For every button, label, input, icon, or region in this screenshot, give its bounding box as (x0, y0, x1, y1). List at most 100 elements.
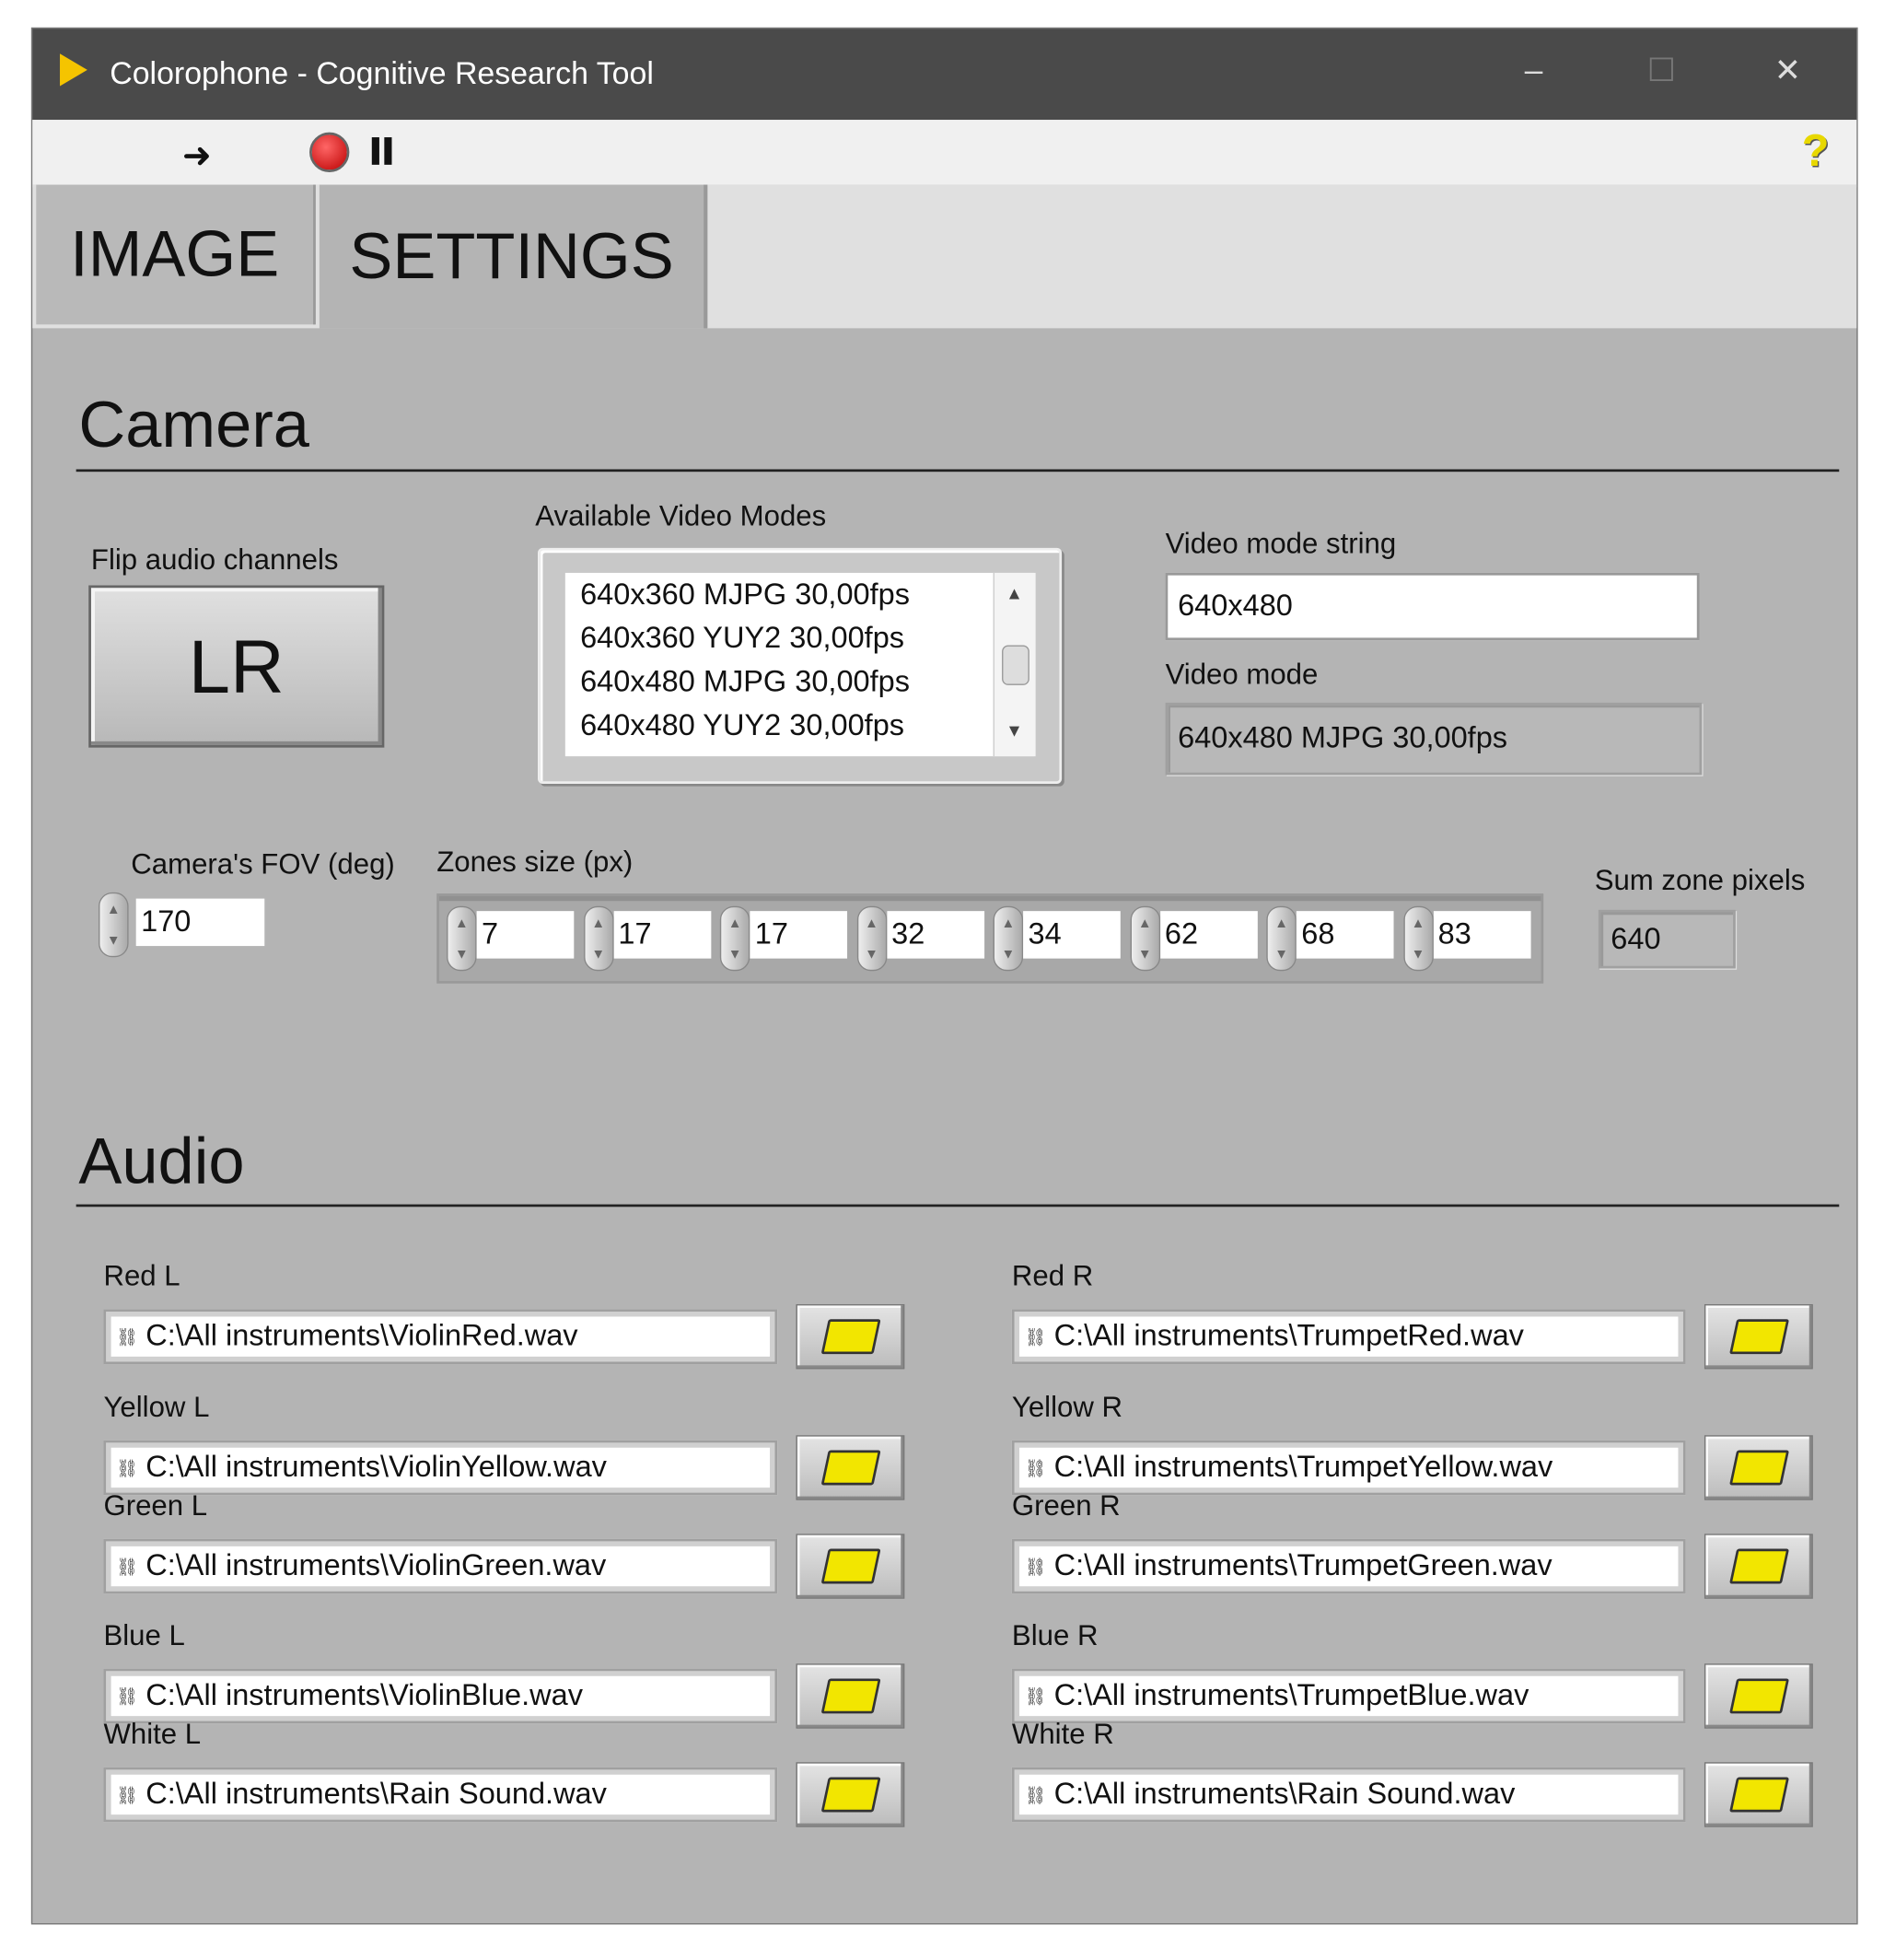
zone-size-input[interactable]: 34 (1023, 911, 1121, 959)
audio-divider (76, 1204, 1840, 1208)
folder-icon (820, 1678, 880, 1714)
browse-button[interactable] (1704, 1435, 1813, 1500)
fov-input[interactable]: 170 (135, 898, 265, 947)
path-icon: ⛓ (116, 1556, 139, 1576)
browse-button[interactable] (796, 1303, 905, 1370)
path-text: C:\All instruments\ViolinGreen.wav (145, 1548, 607, 1583)
audio-right-label: White R (1011, 1717, 1114, 1750)
scrollbar[interactable]: ▲ ▼ (993, 572, 1036, 757)
browse-button[interactable] (1704, 1534, 1813, 1599)
zone-spinner[interactable]: ▲ ▼ (447, 905, 477, 972)
audio-right-label: Yellow R (1011, 1390, 1123, 1423)
zone-spinner[interactable]: ▲ ▼ (1129, 905, 1160, 972)
audio-left-label: Red L (103, 1259, 180, 1292)
app-icon (60, 53, 87, 87)
audio-left-path-input[interactable]: ⛓ C:\All instruments\ViolinGreen.wav (103, 1538, 778, 1594)
audio-right-path-input[interactable]: ⛓ C:\All instruments\TrumpetYellow.wav (1011, 1440, 1686, 1496)
zone-spinner[interactable]: ▲ ▼ (583, 905, 613, 972)
zone-spinner[interactable]: ▲ ▼ (1266, 905, 1297, 972)
video-modes-list[interactable]: 640x360 MJPG 30,00fps 640x360 YUY2 30,00… (564, 572, 1036, 757)
zone-spinner[interactable]: ▲ ▼ (993, 905, 1024, 972)
folder-icon (1728, 1777, 1789, 1813)
path-text: C:\All instruments\TrumpetGreen.wav (1053, 1548, 1553, 1583)
sum-zone-pixels-label: Sum zone pixels (1594, 863, 1806, 896)
folder-icon (1728, 1678, 1789, 1714)
video-mode-label: Video mode (1165, 658, 1319, 691)
run-arrow-icon[interactable]: ➜ (182, 134, 212, 176)
zone-size-input[interactable]: 83 (1433, 911, 1530, 959)
camera-divider (76, 469, 1840, 472)
list-item[interactable]: 640x480 MJPG 30,00fps (565, 660, 1034, 704)
tab-settings[interactable]: SETTINGS (319, 184, 708, 329)
browse-button[interactable] (796, 1435, 905, 1500)
abort-stop-icon[interactable] (309, 132, 350, 172)
zone-size-input[interactable]: 7 (476, 911, 575, 959)
pause-icon[interactable] (371, 137, 379, 165)
path-text: C:\All instruments\TrumpetYellow.wav (1053, 1450, 1553, 1485)
tab-image[interactable]: IMAGE (36, 184, 316, 325)
audio-right-label: Blue R (1011, 1618, 1099, 1651)
zone-spinner[interactable]: ▲ ▼ (719, 905, 750, 972)
video-mode-indicator: 640x480 MJPG 30,00fps (1165, 702, 1703, 776)
toolbar: ➜ ? (32, 120, 1857, 188)
video-mode-string-label: Video mode string (1165, 526, 1397, 560)
zone-size-input[interactable]: 32 (886, 911, 984, 959)
list-item[interactable]: 640x360 MJPG 30,00fps (565, 573, 1034, 616)
camera-heading: Camera (78, 389, 309, 462)
fov-spinner[interactable]: ▲ ▼ (99, 892, 129, 958)
path-text: C:\All instruments\Rain Sound.wav (145, 1777, 607, 1812)
zone-spinner[interactable]: ▲ ▼ (856, 905, 887, 972)
path-text: C:\All instruments\ViolinYellow.wav (145, 1450, 607, 1485)
path-text: C:\All instruments\ViolinRed.wav (145, 1319, 578, 1353)
folder-icon (1728, 1548, 1789, 1584)
audio-right-path-input[interactable]: ⛓ C:\All instruments\TrumpetGreen.wav (1011, 1538, 1686, 1594)
browse-button[interactable] (1704, 1303, 1813, 1370)
maximize-button[interactable]: ☐ (1647, 52, 1677, 90)
zones-size-array: ▲ ▼ 7 ▲ ▼ 17 ▲ ▼ 17 ▲ ▼ 32 ▲ ▼ 34 ▲ ▼ 62 ▲ ▼ 68 ▲ ▼ 83 (436, 893, 1544, 984)
zone-spinner[interactable]: ▲ ▼ (1402, 905, 1434, 972)
audio-left-label: Blue L (103, 1618, 185, 1651)
audio-left-path-input[interactable]: ⛓ C:\All instruments\ViolinBlue.wav (103, 1668, 778, 1724)
tab-strip: IMAGE SETTINGS (32, 184, 1857, 329)
audio-left-path-input[interactable]: ⛓ C:\All instruments\ViolinRed.wav (103, 1309, 778, 1365)
list-item[interactable]: 640x360 YUY2 30,00fps (565, 616, 1034, 659)
browse-button[interactable] (796, 1762, 905, 1827)
list-item[interactable]: 640x480 YUY2 30,00fps (565, 704, 1034, 747)
browse-button[interactable] (796, 1663, 905, 1729)
scroll-up-icon[interactable]: ▲ (1006, 583, 1023, 603)
help-icon[interactable]: ? (1802, 125, 1830, 178)
audio-left-path-input[interactable]: ⛓ C:\All instruments\ViolinYellow.wav (103, 1440, 778, 1496)
scroll-thumb[interactable] (1002, 645, 1029, 685)
zone-size-input[interactable]: 17 (612, 911, 711, 959)
zone-size-input[interactable]: 17 (750, 911, 848, 959)
browse-button[interactable] (1704, 1663, 1813, 1729)
zone-size-input[interactable]: 62 (1159, 911, 1258, 959)
zone-size-input[interactable]: 68 (1296, 911, 1394, 959)
audio-heading: Audio (78, 1126, 245, 1198)
path-icon: ⛓ (116, 1783, 139, 1804)
audio-right-path-input[interactable]: ⛓ C:\All instruments\TrumpetRed.wav (1011, 1309, 1686, 1365)
audio-right-path-input[interactable]: ⛓ C:\All instruments\TrumpetBlue.wav (1011, 1668, 1686, 1724)
video-mode-string-input[interactable]: 640x480 (1165, 572, 1700, 641)
browse-button[interactable] (796, 1534, 905, 1599)
path-text: C:\All instruments\Rain Sound.wav (1053, 1777, 1516, 1812)
flip-audio-button[interactable]: LR (88, 585, 385, 748)
fov-label: Camera's FOV (deg) (131, 847, 395, 881)
minimize-button[interactable]: – (1525, 52, 1543, 90)
path-text: C:\All instruments\ViolinBlue.wav (145, 1678, 583, 1713)
path-text: C:\All instruments\TrumpetBlue.wav (1053, 1678, 1529, 1713)
path-icon: ⛓ (1024, 1325, 1047, 1347)
audio-right-label: Red R (1011, 1259, 1094, 1292)
path-icon: ⛓ (116, 1685, 139, 1706)
audio-right-path-input[interactable]: ⛓ C:\All instruments\Rain Sound.wav (1011, 1767, 1686, 1823)
close-button[interactable]: ✕ (1774, 52, 1802, 90)
folder-icon (820, 1548, 880, 1584)
scroll-down-icon[interactable]: ▼ (1006, 720, 1023, 741)
path-icon: ⛓ (1024, 1783, 1047, 1804)
audio-left-path-input[interactable]: ⛓ C:\All instruments\Rain Sound.wav (103, 1767, 778, 1823)
flip-audio-label: Flip audio channels (90, 542, 339, 576)
folder-icon (1728, 1319, 1789, 1355)
audio-left-label: Green L (103, 1488, 208, 1522)
browse-button[interactable] (1704, 1762, 1813, 1827)
path-icon: ⛓ (1024, 1685, 1047, 1706)
